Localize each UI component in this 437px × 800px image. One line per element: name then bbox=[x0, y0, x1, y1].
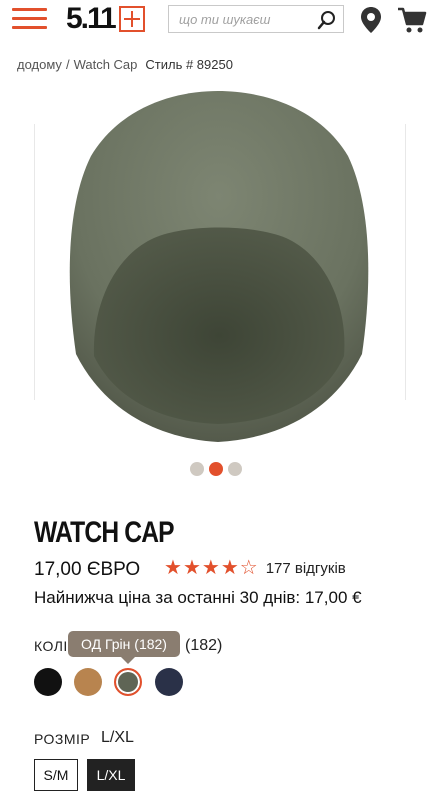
product-image[interactable] bbox=[36, 86, 402, 446]
logo-plus-icon bbox=[118, 6, 145, 32]
star-full-icon: ★ bbox=[164, 557, 182, 579]
color-code: (182) bbox=[185, 637, 223, 654]
breadcrumb-current: Watch Cap bbox=[73, 57, 138, 72]
star-full-icon: ★ bbox=[201, 557, 220, 579]
color-swatch-black[interactable] bbox=[34, 668, 62, 696]
product-title: WATCH CAP bbox=[34, 516, 175, 549]
breadcrumb-separator: / bbox=[65, 57, 70, 72]
location-pin-icon[interactable] bbox=[360, 6, 382, 34]
cart-icon[interactable] bbox=[397, 6, 427, 34]
color-swatch-od-green[interactable] bbox=[114, 668, 142, 696]
gallery-dot-2[interactable] bbox=[209, 462, 223, 476]
product-price: 17,00 ЄВРО bbox=[34, 559, 141, 580]
size-value: L/XL bbox=[101, 729, 134, 746]
reviews-count[interactable]: 177 відгуків bbox=[266, 560, 346, 577]
size-option-s-m[interactable]: S/M bbox=[34, 759, 78, 791]
site-header: 5.11 bbox=[0, 0, 437, 40]
gallery-dot-1[interactable] bbox=[190, 462, 204, 476]
size-label: РОЗМІР bbox=[34, 731, 91, 747]
search-icon[interactable] bbox=[317, 10, 337, 30]
color-swatch-navy[interactable] bbox=[155, 668, 183, 696]
breadcrumb-home-link[interactable]: додому bbox=[17, 57, 62, 72]
search-box bbox=[168, 5, 344, 33]
logo[interactable]: 5.11 bbox=[66, 4, 145, 34]
size-option-l-xl[interactable]: L/XL bbox=[87, 759, 135, 791]
gallery-dots bbox=[190, 462, 242, 476]
star-empty-icon: ☆ bbox=[239, 557, 258, 579]
gallery-dot-3[interactable] bbox=[228, 462, 242, 476]
style-number: Стиль # 89250 bbox=[145, 57, 233, 72]
tooltip-arrow bbox=[121, 657, 135, 664]
color-tooltip: ОД Грін (182) bbox=[68, 631, 180, 657]
star-full-icon: ★ bbox=[220, 557, 239, 579]
logo-text: 5.11 bbox=[66, 2, 117, 35]
rating-stars: ★ ★ ★ ★ ☆ bbox=[164, 558, 258, 578]
star-full-icon: ★ bbox=[182, 557, 201, 579]
lowest-price-note: Найнижча ціна за останні 30 днів: 17,00 … bbox=[34, 588, 362, 607]
color-swatch-coyote[interactable] bbox=[74, 668, 102, 696]
menu-icon[interactable] bbox=[12, 8, 47, 30]
breadcrumb: додому / Watch Cap Стиль # 89250 bbox=[17, 57, 233, 72]
rating[interactable]: ★ ★ ★ ★ ☆ 177 відгуків bbox=[164, 558, 346, 578]
search-input[interactable] bbox=[169, 6, 329, 32]
